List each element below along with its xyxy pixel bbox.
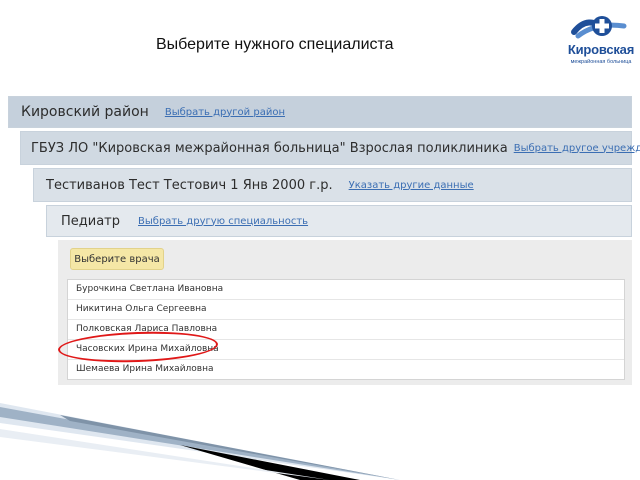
logo-subtitle: межрайонная больница [570, 59, 632, 65]
page-title: Выберите нужного специалиста [156, 36, 394, 53]
doctor-item[interactable]: Полковская Лариса Павловна [68, 320, 624, 340]
doctor-item[interactable]: Шемаева Ирина Михайловна [68, 360, 624, 379]
logo-name: Кировская [567, 42, 635, 57]
breadcrumb-patient: Тестиванов Тест Тестович 1 Янв 2000 г.р.… [33, 168, 632, 202]
change-specialty-link[interactable]: Выбрать другую специальность [138, 216, 308, 227]
change-institution-link[interactable]: Выбрать другое учреждение [514, 143, 640, 154]
hospital-logo: Кировская межрайонная больница [566, 8, 636, 68]
change-district-link[interactable]: Выбрать другой район [165, 107, 285, 118]
choose-doctor-button[interactable]: Выберите врача [70, 248, 164, 270]
breadcrumb-institution: ГБУЗ ЛО "Кировская межрайонная больница"… [20, 131, 640, 165]
decorative-swoosh [0, 403, 400, 480]
breadcrumb-specialty: Педиатр Выбрать другую специальность [46, 205, 632, 237]
doctor-item-highlighted[interactable]: Часовских Ирина Михайловна [68, 340, 624, 360]
doctor-item[interactable]: Бурочкина Светлана Ивановна [68, 280, 624, 300]
patient-label: Тестиванов Тест Тестович 1 Янв 2000 г.р. [46, 177, 333, 193]
breadcrumb-district: Кировский район Выбрать другой район [8, 96, 632, 128]
institution-label: ГБУЗ ЛО "Кировская межрайонная больница"… [31, 140, 508, 156]
change-patient-data-link[interactable]: Указать другие данные [349, 180, 474, 191]
specialty-label: Педиатр [61, 213, 121, 229]
doctor-item[interactable]: Никитина Ольга Сергеевна [68, 300, 624, 320]
medical-cross-icon [571, 16, 627, 39]
district-label: Кировский район [21, 104, 149, 120]
doctor-list: Бурочкина Светлана Ивановна Никитина Оль… [67, 279, 625, 380]
